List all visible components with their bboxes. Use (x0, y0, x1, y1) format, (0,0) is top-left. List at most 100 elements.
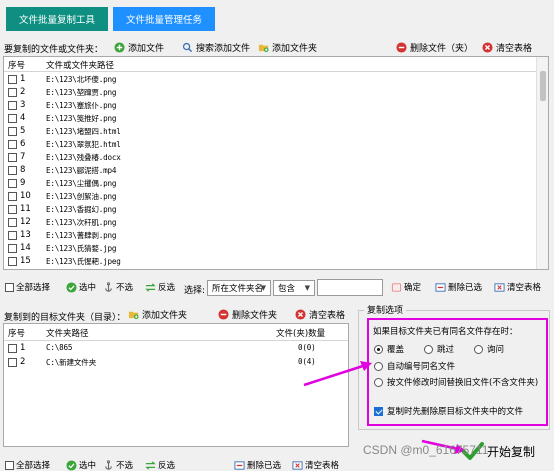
row-path: E:\123\次秆肌.png (46, 218, 117, 227)
tab-copy-tool[interactable]: 文件批量复制工具 (6, 7, 108, 31)
table-row[interactable]: 6 E:\123\翠氛犯.html (4, 138, 536, 151)
unselect-button[interactable]: 不选 (103, 281, 133, 293)
auto-rename-radio[interactable]: 自动编号同名文件 (374, 360, 455, 372)
row-checkbox[interactable] (8, 244, 17, 253)
target-add-folder-button[interactable]: 添加文件夹 (128, 308, 187, 321)
delete-file-button[interactable]: 删除文件（夹） (396, 41, 473, 54)
row-checkbox[interactable] (8, 257, 17, 266)
row-checkbox[interactable] (8, 179, 17, 188)
table-row[interactable]: 12 E:\123\次秆肌.png (4, 216, 536, 229)
target-section-label: 复制到的目标文件夹（目录）： (4, 313, 126, 323)
target-select-all-checkbox[interactable]: 全部选择 (5, 459, 50, 471)
select-all-checkbox[interactable]: 全部选择 (5, 281, 50, 293)
skip-radio[interactable]: 跳过 (424, 343, 454, 355)
table-row[interactable]: 11 E:\123\香掘幻.png (4, 203, 536, 216)
table-row[interactable]: 2 E:\123\堃蹿贾.png (4, 86, 536, 99)
minus-circle-icon (218, 309, 229, 320)
source-file-table[interactable]: 序号 文件或文件夹路径 1 E:\123\北坏傻.png 2 E:\123\堃蹿贾.p… (3, 56, 549, 270)
checkbox[interactable] (5, 460, 14, 470)
add-folder-button[interactable]: 添加文件夹 (258, 41, 317, 54)
checkbox[interactable] (5, 282, 14, 292)
row-checkbox[interactable] (8, 75, 17, 84)
table-row[interactable]: 10 E:\123\创絮油.png (4, 190, 536, 203)
radio[interactable] (474, 344, 483, 354)
delete-selected-label: 删除已选 (448, 283, 483, 293)
target-invert-button[interactable]: 反选 (145, 459, 175, 471)
invert-selection-label: 反选 (158, 283, 176, 293)
row-path: E:\123\氏猜婺.jpg (46, 244, 117, 253)
table-row[interactable]: 9 E:\123\尘攫偶.png (4, 177, 536, 190)
row-checkbox[interactable] (8, 153, 17, 162)
radio[interactable] (374, 344, 383, 354)
row-checkbox[interactable] (8, 140, 17, 149)
row-checkbox[interactable] (8, 205, 17, 214)
target-clear-bottom-button[interactable]: 清空表格 (292, 459, 339, 471)
confirm-icon (391, 282, 402, 293)
replace-by-time-label: 按文件修改时间替换旧文件(不含文件夹) (387, 378, 539, 388)
row-path: E:\123\蹇旅仆.png (46, 101, 117, 110)
row-checkbox[interactable] (8, 88, 17, 97)
select-button[interactable]: 选中 (66, 281, 96, 293)
row-number: 13 (20, 230, 31, 240)
checkbox[interactable] (374, 406, 383, 416)
tab-batch-manage[interactable]: 文件批量管理任务 (113, 7, 215, 31)
row-checkbox[interactable] (8, 192, 17, 201)
table-row[interactable]: 5 E:\123\堵盟四.html (4, 125, 536, 138)
overwrite-radio[interactable]: 覆盖 (374, 343, 404, 355)
target-delete-folder-button[interactable]: 删除文件夹 (218, 308, 277, 321)
clear-table-bottom-button[interactable]: 清空表格 (494, 281, 541, 293)
add-file-button[interactable]: 添加文件 (114, 41, 164, 54)
table-row[interactable]: 2 C:\新建文件夹 0(4) (4, 356, 348, 369)
row-checkbox[interactable] (8, 166, 17, 175)
invert-selection-button[interactable]: 反选 (145, 281, 175, 293)
scrollbar-thumb[interactable] (540, 71, 546, 101)
row-checkbox[interactable] (8, 344, 17, 353)
filter-operator-select[interactable]: 包含 ▼ (273, 280, 315, 296)
table-row[interactable]: 15 E:\123\氏惺耙.jpeg (4, 255, 536, 268)
row-checkbox[interactable] (8, 358, 17, 367)
clear-table-label: 清空表格 (496, 44, 533, 54)
clear-table-button[interactable]: 清空表格 (482, 41, 532, 54)
filter-text-input[interactable] (317, 279, 383, 296)
watermark: CSDN @m0_61675711 (363, 443, 489, 457)
replace-by-time-radio[interactable]: 按文件修改时间替换旧文件(不含文件夹) (374, 376, 538, 388)
row-checkbox[interactable] (8, 127, 17, 136)
row-checkbox[interactable] (8, 231, 17, 240)
table-row[interactable]: 4 E:\123\笺推好.png (4, 112, 536, 125)
table-row[interactable]: 8 E:\123\郦泥搭.mp4 (4, 164, 536, 177)
chevron-down-icon: ▼ (304, 284, 310, 292)
table-row[interactable]: 14 E:\123\氏猜婺.jpg (4, 242, 536, 255)
delete-selected-button[interactable]: 删除已选 (435, 281, 482, 293)
vertical-scrollbar[interactable] (536, 57, 548, 269)
target-add-folder-label: 添加文件夹 (142, 311, 188, 321)
row-checkbox[interactable] (8, 114, 17, 123)
select-all-label: 全部选择 (16, 283, 51, 293)
row-number: 12 (20, 217, 31, 227)
target-unselect-button[interactable]: 不选 (103, 459, 133, 471)
table-header: 序号 文件或文件夹路径 (4, 57, 548, 72)
row-checkbox[interactable] (8, 218, 17, 227)
row-count: 0(0) (298, 343, 316, 352)
target-clear-table-button[interactable]: 清空表格 (295, 308, 345, 321)
filter-field-select[interactable]: 所在文件夹名 ▼ (207, 280, 271, 296)
search-icon (182, 42, 193, 53)
table-row[interactable]: 3 E:\123\蹇旅仆.png (4, 99, 536, 112)
delete-first-checkbox[interactable]: 复制时先删除原目标文件夹中的文件 (374, 405, 523, 417)
target-invert-label: 反选 (158, 461, 176, 471)
row-checkbox[interactable] (8, 101, 17, 110)
ask-radio[interactable]: 询问 (474, 343, 504, 355)
target-select-button[interactable]: 选中 (66, 459, 96, 471)
table-row[interactable]: 13 E:\123\蓍肆剥.png (4, 229, 536, 242)
confirm-button[interactable]: 确定 (391, 281, 421, 293)
table-row[interactable]: 1 C:\865 0(0) (4, 342, 348, 355)
skip-label: 跳过 (437, 345, 455, 355)
target-folder-table[interactable]: 序号 文件夹路径 文件(夹)数量 1 C:\865 0(0) 2 C:\新建文件夹 0(4… (3, 323, 349, 447)
row-path: E:\123\郦泥搭.mp4 (46, 166, 117, 175)
target-select-all-label: 全部选择 (16, 461, 51, 471)
radio[interactable] (424, 344, 433, 354)
target-delete-selected-button[interactable]: 删除已选 (234, 459, 281, 471)
table-row[interactable]: 1 E:\123\北坏傻.png (4, 73, 536, 86)
table-row[interactable]: 7 E:\123\残叠椿.docx (4, 151, 536, 164)
row-number: 14 (20, 243, 31, 253)
search-add-file-button[interactable]: 搜索添加文件 (182, 41, 250, 54)
